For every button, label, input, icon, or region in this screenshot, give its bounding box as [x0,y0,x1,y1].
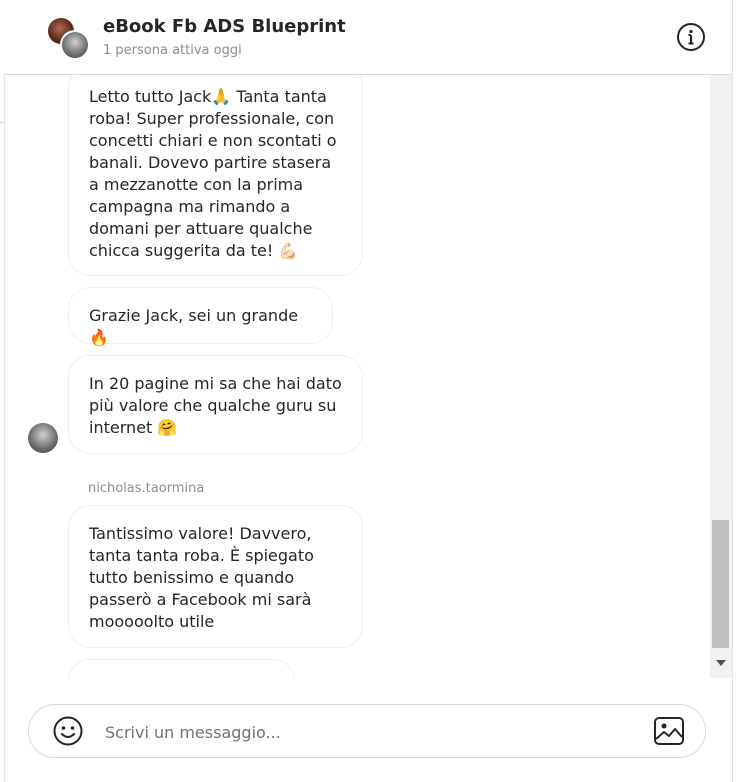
activity-status: 1 persona attiva oggi [103,43,242,58]
message-composer [28,704,706,758]
message-bubble-partial[interactable] [68,659,295,678]
chat-header: eBook Fb ADS Blueprint 1 persona attiva … [4,0,732,75]
message-bubble[interactable]: Grazie Jack, sei un grande 🔥 [68,287,333,347]
sender-username: nicholas.taormina [88,481,205,496]
group-avatar[interactable] [48,18,92,60]
emoji-button[interactable] [52,715,84,747]
message-thread[interactable]: Letto tutto Jack🙏 Tanta tanta roba! Supe… [4,75,710,678]
sender-avatar[interactable] [28,423,58,453]
avatar [60,30,90,60]
message-bubble[interactable]: Letto tutto Jack🙏 Tanta tanta roba! Supe… [68,75,363,276]
smiley-icon [53,716,83,746]
message-bubble[interactable]: In 20 pagine mi sa che hai dato più valo… [68,355,363,454]
image-icon [654,717,684,745]
info-circle-icon [677,23,705,51]
image-upload-button[interactable] [653,715,685,747]
chat-title[interactable]: eBook Fb ADS Blueprint [103,16,346,37]
scrollbar-thumb[interactable] [712,520,729,648]
thread-scrollbar[interactable] [710,75,732,678]
right-panel-edge [732,0,733,782]
scroll-down-arrow-icon[interactable] [716,660,726,666]
message-input[interactable] [103,713,647,751]
message-bubble[interactable]: Tantissimo valore! Davvero, tanta tanta … [68,505,363,648]
info-button[interactable] [676,22,706,52]
